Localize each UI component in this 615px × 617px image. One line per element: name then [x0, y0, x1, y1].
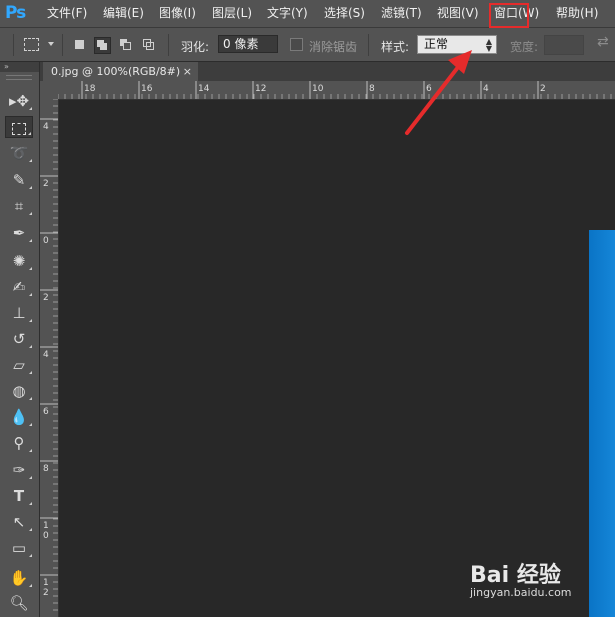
ruler-label: 4	[43, 350, 49, 360]
width-label: 宽度:	[510, 40, 539, 54]
menu-bar: Ps 文件(F) 编辑(E) 图像(I) 图层(L) 文字(Y) 选择(S) 滤…	[0, 0, 615, 28]
watermark-url: jingyan.baidu.com	[470, 586, 572, 599]
baidu-watermark: Bai 经验 jingyan.baidu.com	[470, 552, 615, 617]
ruler-label: 4	[483, 84, 489, 94]
ruler-label: 14	[198, 84, 210, 94]
crop-tool-icon[interactable]: ⌗	[5, 195, 33, 217]
ruler-label: 1	[43, 521, 49, 531]
horizontal-ruler-ticks: 18 16 14 12 10 8 6 4 2	[58, 81, 612, 99]
watermark-brand: Bai 经验	[470, 563, 561, 588]
divider	[62, 34, 63, 56]
menu-view[interactable]: 视图(V)	[437, 6, 479, 20]
clone-stamp-tool-icon[interactable]: ⊥	[5, 302, 33, 324]
ruler-label: 2	[43, 293, 49, 303]
ruler-label: 1	[43, 578, 49, 588]
swap-icon[interactable]: ⇄	[597, 34, 609, 50]
menu-image[interactable]: 图像(I)	[159, 6, 196, 20]
healing-brush-tool-icon[interactable]: ✺	[5, 250, 33, 272]
divider	[168, 34, 169, 56]
select-arrows-icon: ▲ ▼	[485, 37, 492, 53]
toolbox-collapse-icon[interactable]: »	[0, 62, 39, 72]
vertical-ruler-ticks: 42024681012	[40, 99, 58, 611]
ruler-origin[interactable]	[40, 81, 59, 100]
move-tool-icon[interactable]: ▸✥	[5, 90, 33, 112]
ruler-label: 2	[43, 588, 49, 598]
path-selection-tool-icon[interactable]: ↖	[5, 511, 33, 533]
width-input[interactable]	[544, 35, 584, 55]
ruler-label: 8	[369, 84, 375, 94]
divider	[368, 34, 369, 56]
antialias-label: 消除锯齿	[309, 40, 358, 54]
antialias-checkbox[interactable]	[290, 38, 303, 51]
toolbox: » ▸✥ ➰ ✎ ⌗ ✒ ✺ ✍ ⊥ ↺ ▱ ◍ 💧 ⚲ ✑ T ↖ ▭ ✋ 🔍…	[0, 62, 40, 617]
rect-marquee-icon[interactable]	[24, 38, 39, 51]
ruler-label: 0	[43, 531, 49, 541]
ruler-label: 2	[43, 179, 49, 189]
feather-input[interactable]: 0 像素	[218, 35, 278, 53]
new-selection-icon[interactable]	[72, 37, 87, 52]
ruler-label: 10	[312, 84, 324, 94]
ruler-label: 16	[141, 84, 153, 94]
zoom-tool-icon[interactable]: 🔍︎	[5, 592, 33, 614]
ruler-label: 4	[43, 122, 49, 132]
ruler-label: 0	[43, 236, 49, 246]
ruler-label: 6	[426, 84, 432, 94]
document-tab[interactable]: 0.jpg @ 100%(RGB/8#) ×	[43, 62, 198, 81]
toolbox-grip	[6, 75, 32, 80]
options-grip	[13, 34, 14, 56]
hand-tool-icon[interactable]: ✋	[5, 567, 33, 589]
style-label: 样式:	[381, 40, 410, 54]
menu-select[interactable]: 选择(S)	[324, 6, 365, 20]
blur-tool-icon[interactable]: 💧	[5, 406, 33, 428]
document-tab-title: 0.jpg @ 100%(RGB/8#)	[51, 65, 181, 78]
menu-layer[interactable]: 图层(L)	[212, 6, 252, 20]
rect-marquee-tool-icon[interactable]	[5, 116, 33, 138]
style-select-value: 正常	[424, 37, 449, 51]
type-tool-icon[interactable]: T	[5, 485, 33, 507]
paint-bucket-tool-icon[interactable]: ◍	[5, 380, 33, 402]
ruler-label: 18	[84, 84, 96, 94]
pen-tool-icon[interactable]: ✑	[5, 459, 33, 481]
dodge-tool-icon[interactable]: ⚲	[5, 432, 33, 454]
horizontal-ruler[interactable]: 18 16 14 12 10 8 6 4 2	[58, 81, 615, 100]
rectangle-tool-icon[interactable]: ▭	[5, 537, 33, 559]
document-tab-bar: 0.jpg @ 100%(RGB/8#) ×	[40, 62, 615, 81]
menu-type[interactable]: 文字(Y)	[267, 6, 308, 20]
add-to-selection-icon[interactable]	[94, 37, 111, 54]
style-select[interactable]: 正常 ▲ ▼	[417, 35, 497, 54]
quick-selection-tool-icon[interactable]: ✎	[5, 169, 33, 191]
menu-filter[interactable]: 滤镜(T)	[381, 6, 422, 20]
canvas-area[interactable]	[59, 100, 615, 617]
photoshop-logo: Ps	[5, 3, 26, 23]
ruler-label: 6	[43, 407, 49, 417]
lasso-tool-icon[interactable]: ➰	[5, 142, 33, 164]
menu-edit[interactable]: 编辑(E)	[103, 6, 144, 20]
menu-file[interactable]: 文件(F)	[47, 6, 87, 20]
menu-help[interactable]: 帮助(H)	[556, 6, 598, 20]
tool-preset-caret-icon[interactable]	[48, 42, 54, 46]
subtract-selection-icon[interactable]	[118, 37, 133, 52]
vertical-ruler[interactable]: 42024681012	[40, 99, 59, 617]
ruler-label: 8	[43, 464, 49, 474]
brush-tool-icon[interactable]: ✍	[5, 276, 33, 298]
close-icon[interactable]: ×	[183, 62, 192, 81]
ruler-label: 12	[255, 84, 266, 94]
ruler-label: 2	[540, 84, 546, 94]
highlight-box	[489, 3, 529, 28]
eraser-tool-icon[interactable]: ▱	[5, 354, 33, 376]
history-brush-tool-icon[interactable]: ↺	[5, 328, 33, 350]
eyedropper-tool-icon[interactable]: ✒	[5, 222, 33, 244]
options-bar: 羽化: 0 像素 消除锯齿 样式: 正常 ▲ ▼ 宽度: ⇄	[0, 28, 615, 62]
intersect-selection-icon[interactable]	[141, 37, 156, 52]
feather-label: 羽化:	[181, 40, 210, 54]
